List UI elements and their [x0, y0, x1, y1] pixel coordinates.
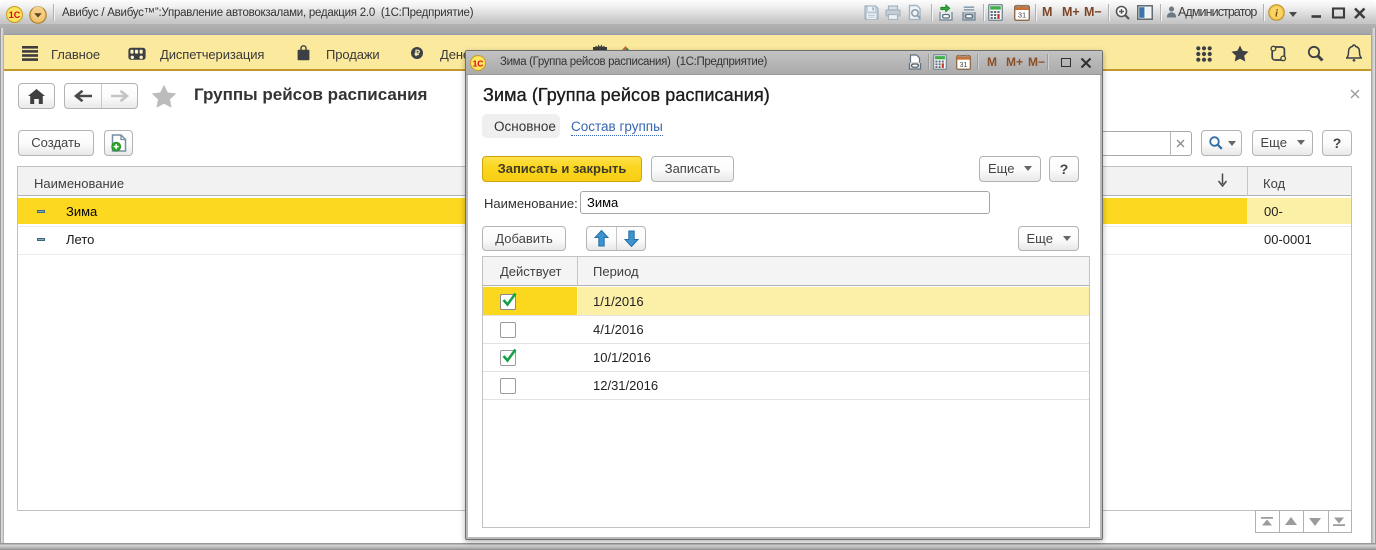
svg-text:₽: ₽ — [414, 48, 420, 58]
svg-text:31: 31 — [960, 62, 968, 69]
svg-text:31: 31 — [1018, 11, 1026, 20]
svg-text:1С: 1С — [9, 10, 21, 20]
svg-text:1С: 1С — [473, 58, 484, 68]
